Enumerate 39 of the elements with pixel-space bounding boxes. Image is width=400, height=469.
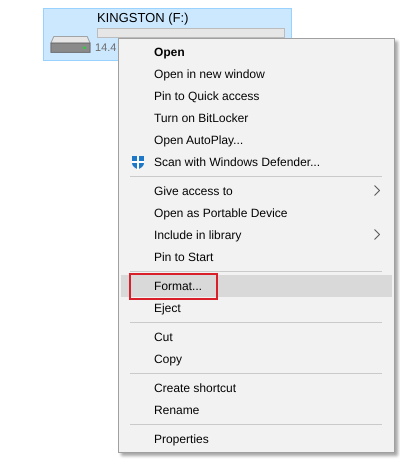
menu-item-label: Copy bbox=[154, 351, 182, 368]
chevron-right-icon bbox=[374, 229, 380, 240]
drive-icon bbox=[50, 34, 91, 54]
drive-name: KINGSTON (F:) bbox=[97, 10, 188, 26]
menu-item[interactable]: Eject bbox=[121, 297, 392, 319]
menu-item[interactable]: Pin to Start bbox=[121, 246, 392, 268]
menu-item-label: Properties bbox=[154, 431, 209, 448]
menu-item-label: Give access to bbox=[154, 183, 233, 200]
menu-item[interactable]: Open in new window bbox=[121, 63, 392, 85]
menu-item-label: Rename bbox=[154, 402, 200, 419]
menu-item-label: Eject bbox=[154, 300, 181, 317]
menu-item-label: Format... bbox=[154, 278, 202, 295]
menu-item[interactable]: Properties bbox=[121, 428, 392, 450]
menu-item[interactable]: Include in library bbox=[121, 224, 392, 246]
shield-icon bbox=[130, 154, 144, 170]
menu-item[interactable]: Copy bbox=[121, 348, 392, 370]
menu-item[interactable]: Create shortcut bbox=[121, 377, 392, 399]
menu-item[interactable]: Open AutoPlay... bbox=[121, 129, 392, 151]
menu-item-label: Cut bbox=[154, 329, 173, 346]
chevron-right-icon bbox=[374, 185, 380, 196]
menu-item[interactable]: Scan with Windows Defender... bbox=[121, 151, 392, 173]
menu-item-label: Create shortcut bbox=[154, 380, 236, 397]
menu-item-label: Pin to Start bbox=[154, 249, 214, 266]
menu-item[interactable]: Format... bbox=[121, 275, 392, 297]
menu-item-label: Open AutoPlay... bbox=[154, 132, 244, 149]
menu-item[interactable]: Pin to Quick access bbox=[121, 85, 392, 107]
menu-item-label: Turn on BitLocker bbox=[154, 110, 248, 127]
menu-item-label: Open in new window bbox=[154, 66, 265, 83]
menu-item[interactable]: Give access to bbox=[121, 180, 392, 202]
menu-item-label: Pin to Quick access bbox=[154, 88, 260, 105]
menu-item-label: Open as Portable Device bbox=[154, 205, 288, 222]
menu-item-label: Include in library bbox=[154, 227, 242, 244]
menu-item-label: Scan with Windows Defender... bbox=[154, 154, 320, 171]
menu-item-label: Open bbox=[154, 44, 185, 61]
menu-item[interactable]: Turn on BitLocker bbox=[121, 107, 392, 129]
menu-item[interactable]: Cut bbox=[121, 326, 392, 348]
menu-item[interactable]: Open as Portable Device bbox=[121, 202, 392, 224]
menu-item[interactable]: Rename bbox=[121, 399, 392, 421]
drive-size: 14.4 bbox=[95, 41, 116, 56]
